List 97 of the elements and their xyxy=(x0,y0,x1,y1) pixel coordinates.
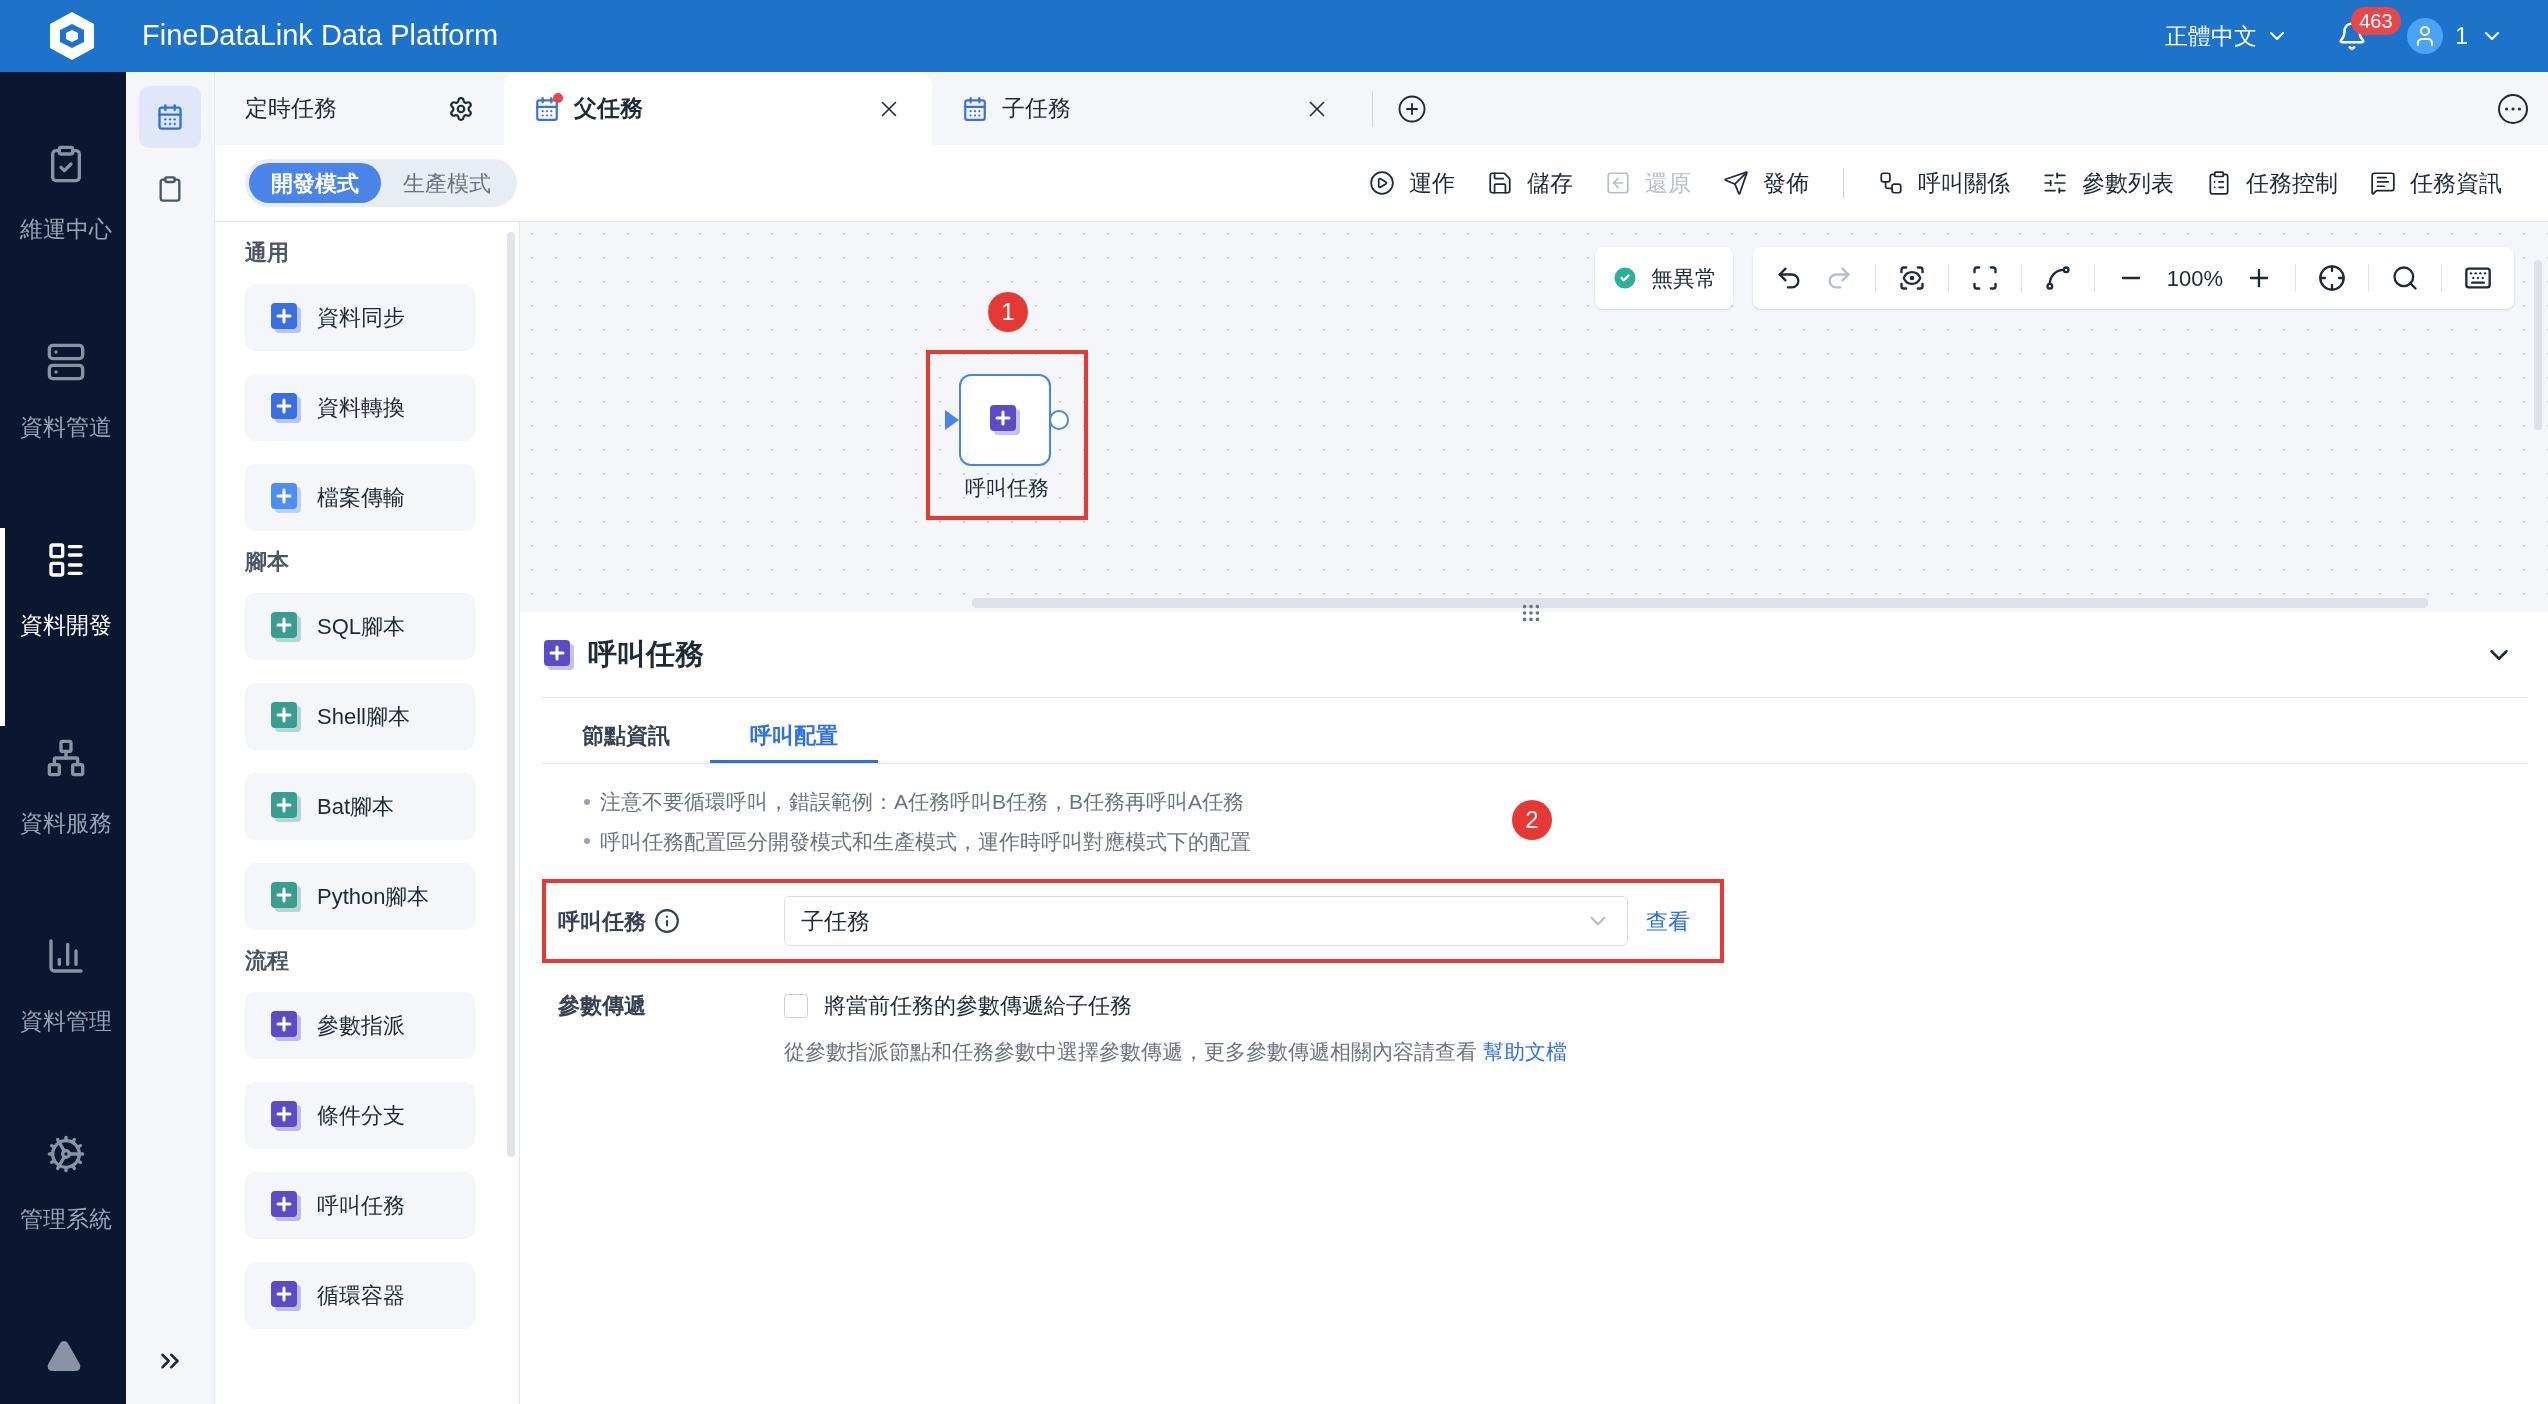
calendar-icon xyxy=(534,95,560,122)
checkbox[interactable] xyxy=(784,993,808,1018)
nav-icon xyxy=(45,738,86,778)
node-label: 呼叫任務 xyxy=(965,475,1049,501)
nav-item[interactable]: 資料服務 xyxy=(0,726,126,924)
scrollbar[interactable] xyxy=(972,598,2428,608)
node-type-icon xyxy=(269,1008,303,1043)
toolbar-button[interactable]: 參數列表 xyxy=(2026,165,2190,201)
save-icon xyxy=(1487,170,1513,196)
node-type-icon xyxy=(542,637,576,672)
help-link[interactable]: 幫助文檔 xyxy=(1483,1040,1567,1063)
node-type-icon xyxy=(988,403,1022,437)
note-text: 呼叫任務配置區分開發模式和生產模式，運作時呼叫對應模式下的配置 xyxy=(600,828,1251,855)
mode-option[interactable]: 生產模式 xyxy=(381,163,513,203)
add-tab-icon[interactable] xyxy=(1397,93,1427,124)
settings-icon[interactable] xyxy=(448,95,474,122)
toolbar-button[interactable]: 呼叫關係 xyxy=(1862,165,2026,201)
logo-icon xyxy=(46,1338,82,1374)
node-type-icon xyxy=(269,1098,303,1133)
palette-item[interactable]: SQL腳本 xyxy=(245,593,475,660)
node-type-icon xyxy=(269,390,303,425)
field-label: 參數傳遞 xyxy=(558,992,647,1020)
locate-icon[interactable] xyxy=(2318,264,2346,292)
node-type-icon xyxy=(269,1188,303,1223)
palette-item[interactable]: Shell腳本 xyxy=(245,683,475,750)
editor-tab[interactable]: 定時任務 xyxy=(215,72,504,145)
nav-icon xyxy=(45,342,86,382)
editor-tab[interactable]: 子任務 xyxy=(932,72,1360,145)
clipboard-icon xyxy=(2206,170,2232,196)
node-type-icon xyxy=(269,609,303,644)
palette-item[interactable]: Python腳本 xyxy=(245,863,475,930)
message-icon xyxy=(2370,170,2396,196)
palette-item[interactable]: Bat腳本 xyxy=(245,773,475,840)
palette-item[interactable]: 參數指派 xyxy=(245,992,475,1059)
section-title: 通用 xyxy=(245,239,290,267)
nav-item[interactable]: 資料管理 xyxy=(0,924,126,1122)
nav-icon xyxy=(45,1134,86,1174)
section-title: 腳本 xyxy=(245,548,290,576)
sliders-icon xyxy=(2042,170,2068,196)
toolbar-button[interactable]: 儲存 xyxy=(1471,165,1589,201)
search-icon[interactable] xyxy=(2391,264,2419,292)
toolbar-button[interactable]: 發佈 xyxy=(1707,165,1825,201)
play-icon xyxy=(1369,170,1395,196)
toolbar-button[interactable]: 任務資訊 xyxy=(2354,165,2518,201)
scrollbar[interactable] xyxy=(507,232,515,1157)
connector-icon[interactable] xyxy=(2043,264,2072,292)
task-node[interactable] xyxy=(959,374,1051,466)
zoom-level: 100% xyxy=(2166,264,2223,293)
view-link[interactable]: 查看 xyxy=(1646,904,1690,938)
nav-item[interactable]: 資料管道 xyxy=(0,330,126,528)
step-marker: 1 xyxy=(988,292,1028,332)
palette-item[interactable]: 檔案傳輸 xyxy=(245,464,475,531)
send-icon xyxy=(1723,170,1749,196)
section-title: 流程 xyxy=(245,947,290,975)
node-type-icon xyxy=(269,300,303,335)
panel-tab[interactable]: 節點資訊 xyxy=(542,711,710,763)
task-select[interactable]: 子任務 xyxy=(784,896,1628,946)
language-selector[interactable]: 正體中文 xyxy=(2165,18,2290,54)
info-icon[interactable] xyxy=(654,908,680,934)
user-menu[interactable]: 1 xyxy=(2407,18,2504,54)
palette-item[interactable]: 條件分支 xyxy=(245,1082,475,1149)
calendar-icon xyxy=(962,95,988,122)
restore-icon xyxy=(1605,170,1631,196)
calendar-icon xyxy=(156,103,184,131)
help-text: 從參數指派節點和任務參數中選擇參數傳遞，更多參數傳遞相關內容請查看 幫助文檔 xyxy=(784,1039,1567,1065)
checkbox-label: 將當前任務的參數傳遞給子任務 xyxy=(824,992,1132,1020)
notification-badge: 463 xyxy=(2351,7,2401,35)
preview-icon[interactable] xyxy=(1897,264,1926,292)
palette-item[interactable]: 循環容器 xyxy=(245,1262,475,1329)
resize-handle-icon[interactable] xyxy=(1520,602,1542,624)
panel-title: 呼叫任務 xyxy=(588,636,704,672)
field-label: 呼叫任務 xyxy=(558,904,784,938)
palette-item[interactable]: 呼叫任務 xyxy=(245,1172,475,1239)
fit-view-icon[interactable] xyxy=(1970,264,1999,292)
status-chip: 無異常 xyxy=(1594,247,1733,309)
mode-option[interactable]: 開發模式 xyxy=(249,163,381,203)
flow-icon xyxy=(1878,170,1904,196)
toolbar-button[interactable]: 任務控制 xyxy=(2190,165,2354,201)
nav-item[interactable]: 維運中心 xyxy=(0,132,126,330)
output-port[interactable] xyxy=(1049,410,1069,430)
node-type-icon xyxy=(269,480,303,515)
node-type-icon xyxy=(269,699,303,734)
toolbar-button[interactable]: 運作 xyxy=(1353,165,1471,201)
panel-tab[interactable]: 呼叫配置 xyxy=(710,711,878,763)
nav-item[interactable]: 管理系統 xyxy=(0,1122,126,1320)
avatar-icon xyxy=(2407,18,2444,54)
step-marker: 2 xyxy=(1512,800,1552,840)
node-type-icon xyxy=(269,879,303,914)
node-type-icon xyxy=(269,1278,303,1313)
palette-item[interactable]: 資料轉換 xyxy=(245,374,475,441)
note-text: 注意不要循環呼叫，錯誤範例：A任務呼叫B任務，B任務再呼叫A任務 xyxy=(600,789,1245,815)
app-title: FineDataLink Data Platform xyxy=(142,18,499,54)
palette-item[interactable]: 資料同步 xyxy=(245,284,475,351)
node-type-icon xyxy=(269,789,303,824)
more-icon[interactable] xyxy=(2498,93,2528,124)
editor-tab[interactable]: 父任務 xyxy=(504,72,932,145)
side-tab[interactable] xyxy=(139,86,201,148)
